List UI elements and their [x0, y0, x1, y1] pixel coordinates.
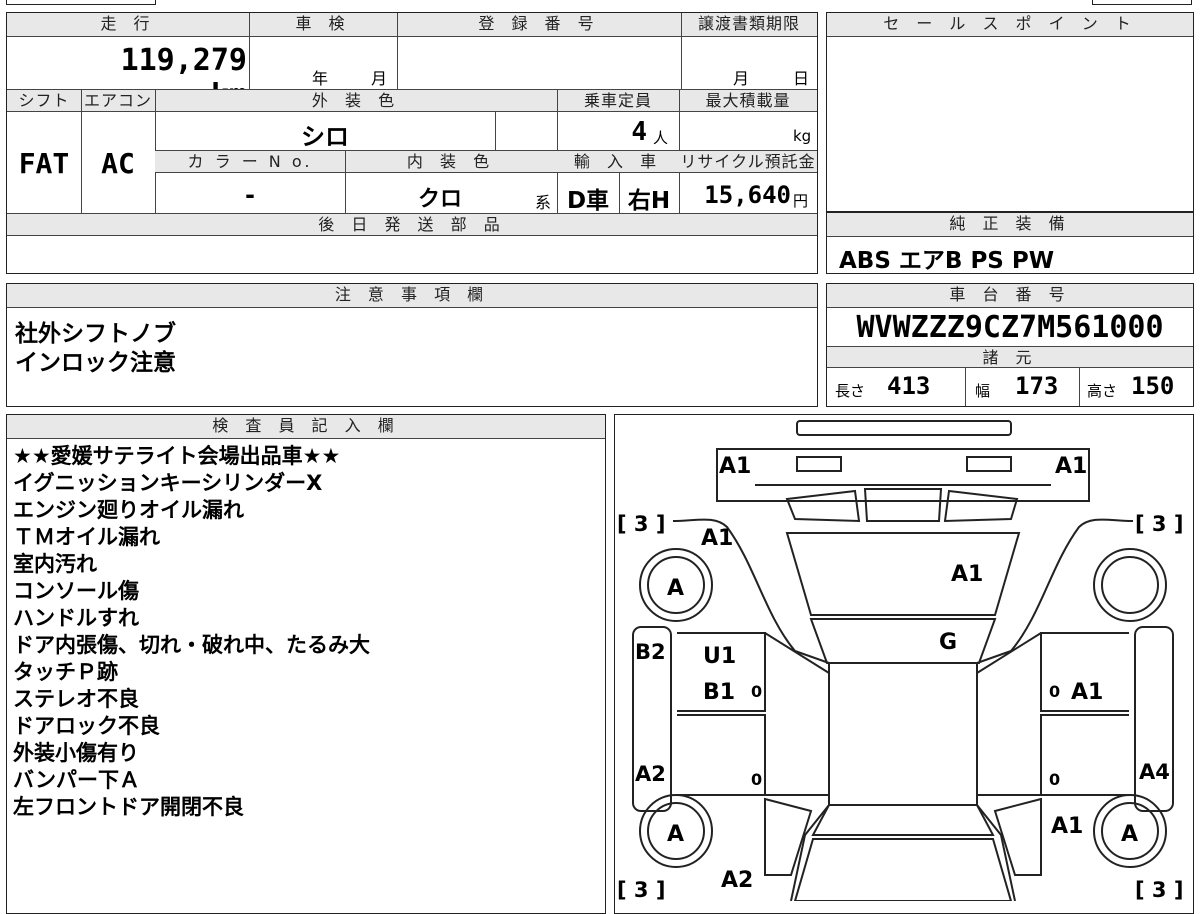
registration-header: 登 録 番 号 — [397, 13, 681, 37]
width-value: 173 — [1015, 372, 1059, 400]
recycle-header: リサイクル預託金 — [679, 151, 817, 173]
chassis-header: 車 台 番 号 — [827, 284, 1193, 308]
inspector-box: 検 査 員 記 入 欄 ★★愛媛サテライト会場出品車★★ イグニッションキーシリ… — [6, 414, 606, 914]
sales-point-header: セ ー ル ス ポ イ ン ト — [827, 13, 1193, 37]
note-line: イグニッションキーシリンダーX — [13, 471, 323, 495]
recycle-value: 15,640 — [704, 181, 791, 209]
capacity-unit: 人 — [653, 129, 669, 147]
label-right-front-door: A1 — [1071, 680, 1103, 705]
label-front-left: A1 — [719, 454, 751, 479]
inspection-header: 車 検 — [249, 13, 397, 37]
aircon-header: エアコン — [81, 90, 155, 112]
sales-point-box: セ ー ル ス ポ イ ン ト — [826, 12, 1194, 212]
label-left-front-door-2: B1 — [703, 680, 735, 705]
aircon-value: AC — [101, 147, 135, 180]
caution-header: 注 意 事 項 欄 — [7, 284, 817, 308]
recycle-unit: 円 — [793, 192, 809, 210]
note-line: ハンドルすれ — [13, 606, 139, 630]
color-no-header: カ ラ ー N o. — [155, 151, 345, 173]
label-front-right: A1 — [1055, 454, 1087, 479]
import-type: D車 — [566, 188, 610, 214]
steering-side: 右H — [627, 188, 671, 214]
label-zero: 0 — [751, 770, 762, 789]
later-parts-header: 後 日 発 送 部 品 — [7, 214, 817, 236]
note-line: 左フロントドア開閉不良 — [13, 795, 244, 819]
label-hood: A1 — [951, 562, 983, 587]
specs-header: 諸 元 — [827, 346, 1193, 368]
interior-color-value: クロ — [417, 187, 462, 212]
note-line: ★★愛媛サテライト会場出品車★★ — [13, 444, 341, 468]
width-label: 幅 — [975, 382, 991, 400]
car-diagram: A1 A1 A1 A1 G U1 B1 B2 A2 A1 A4 A1 A2 A … — [617, 420, 1183, 901]
label-tire-rr: A — [1121, 822, 1138, 847]
vehicle-info-box: 走 行 車 検 登 録 番 号 譲渡書類期限 119,279 km 年 月 月 … — [6, 12, 818, 274]
height-label: 高さ — [1087, 382, 1118, 400]
label-left-front-door-1: U1 — [703, 644, 736, 669]
label-tread-fr: [ 3 ] — [1135, 512, 1183, 536]
chassis-number: WVWZZZ9CZ7M561000 — [856, 310, 1164, 345]
caution-line-2: インロック注意 — [15, 350, 176, 376]
label-zero: 0 — [1049, 682, 1060, 701]
height-value: 150 — [1131, 372, 1175, 400]
note-line: バンパー下Ａ — [13, 768, 141, 792]
note-line: エンジン廻りオイル漏れ — [13, 498, 244, 522]
label-zero: 0 — [1049, 770, 1060, 789]
import-header: 輸 入 車 — [557, 151, 679, 173]
genuine-equipment-box: 純 正 装 備 ABS エアB PS PW — [826, 212, 1194, 274]
label-left-rocker-rear: A2 — [635, 762, 666, 786]
note-line: 室内汚れ — [13, 552, 97, 576]
note-line: 外装小傷有り — [13, 741, 139, 765]
label-right-rocker-rear: A4 — [1139, 760, 1170, 784]
label-tread-rr: [ 3 ] — [1135, 878, 1183, 901]
label-tire-rl: A — [667, 822, 684, 847]
label-left-fender: A1 — [701, 526, 733, 551]
inspection-year-unit: 年 — [312, 69, 329, 88]
mileage-header: 走 行 — [7, 13, 249, 37]
label-tread-fl: [ 3 ] — [617, 512, 665, 536]
note-line: ドア内張傷、切れ・破れ中、たるみ大 — [13, 633, 370, 657]
note-line: ステレオ不良 — [13, 687, 139, 711]
label-tread-rl: [ 3 ] — [617, 878, 665, 901]
max-load-header: 最大積載量 — [679, 90, 817, 112]
caution-box: 注 意 事 項 欄 社外シフトノブ インロック注意 — [6, 283, 818, 407]
shift-header: シフト — [7, 90, 81, 112]
capacity-header: 乗車定員 — [557, 90, 679, 112]
capacity-value: 4 — [631, 117, 647, 147]
note-line: コンソール傷 — [13, 579, 139, 603]
interior-color-unit: 系 — [535, 193, 552, 212]
top-strip — [0, 0, 1200, 7]
transfer-month-unit: 月 — [733, 69, 750, 88]
transfer-day-unit: 日 — [793, 69, 810, 88]
label-right-rear-quarter: A1 — [1051, 814, 1083, 839]
length-label: 長さ — [835, 382, 866, 400]
max-load-unit: kg — [793, 127, 812, 145]
color-no-value: - — [245, 181, 255, 209]
damage-diagram-box: A1 A1 A1 A1 G U1 B1 B2 A2 A1 A4 A1 A2 A … — [614, 414, 1194, 914]
genuine-equipment-value: ABS エアB PS PW — [839, 248, 1055, 274]
label-zero: 0 — [751, 682, 762, 701]
label-tire-fl: A — [667, 576, 684, 601]
interior-color-header: 内 装 色 — [345, 151, 557, 173]
length-value: 413 — [887, 372, 931, 400]
exterior-color-value: シロ — [301, 123, 349, 151]
exterior-color-header: 外 装 色 — [155, 90, 557, 112]
note-line: ＴＭオイル漏れ — [13, 525, 160, 549]
note-line: ドアロック不良 — [13, 714, 160, 738]
inspector-notes: ★★愛媛サテライト会場出品車★★ イグニッションキーシリンダーX エンジン廻りオ… — [13, 443, 370, 821]
shift-value: FAT — [18, 147, 70, 180]
inspector-header: 検 査 員 記 入 欄 — [7, 415, 605, 439]
inspection-month-unit: 月 — [371, 69, 388, 88]
label-rear-left: A2 — [721, 868, 753, 893]
note-line: タッチＰ跡 — [13, 660, 118, 684]
chassis-box: 車 台 番 号 WVWZZZ9CZ7M561000 諸 元 長さ 413 幅 1… — [826, 283, 1194, 407]
transfer-deadline-header: 譲渡書類期限 — [681, 13, 817, 37]
genuine-equipment-header: 純 正 装 備 — [827, 213, 1193, 237]
label-left-rocker-front: B2 — [635, 640, 666, 664]
label-windshield: G — [939, 630, 957, 655]
